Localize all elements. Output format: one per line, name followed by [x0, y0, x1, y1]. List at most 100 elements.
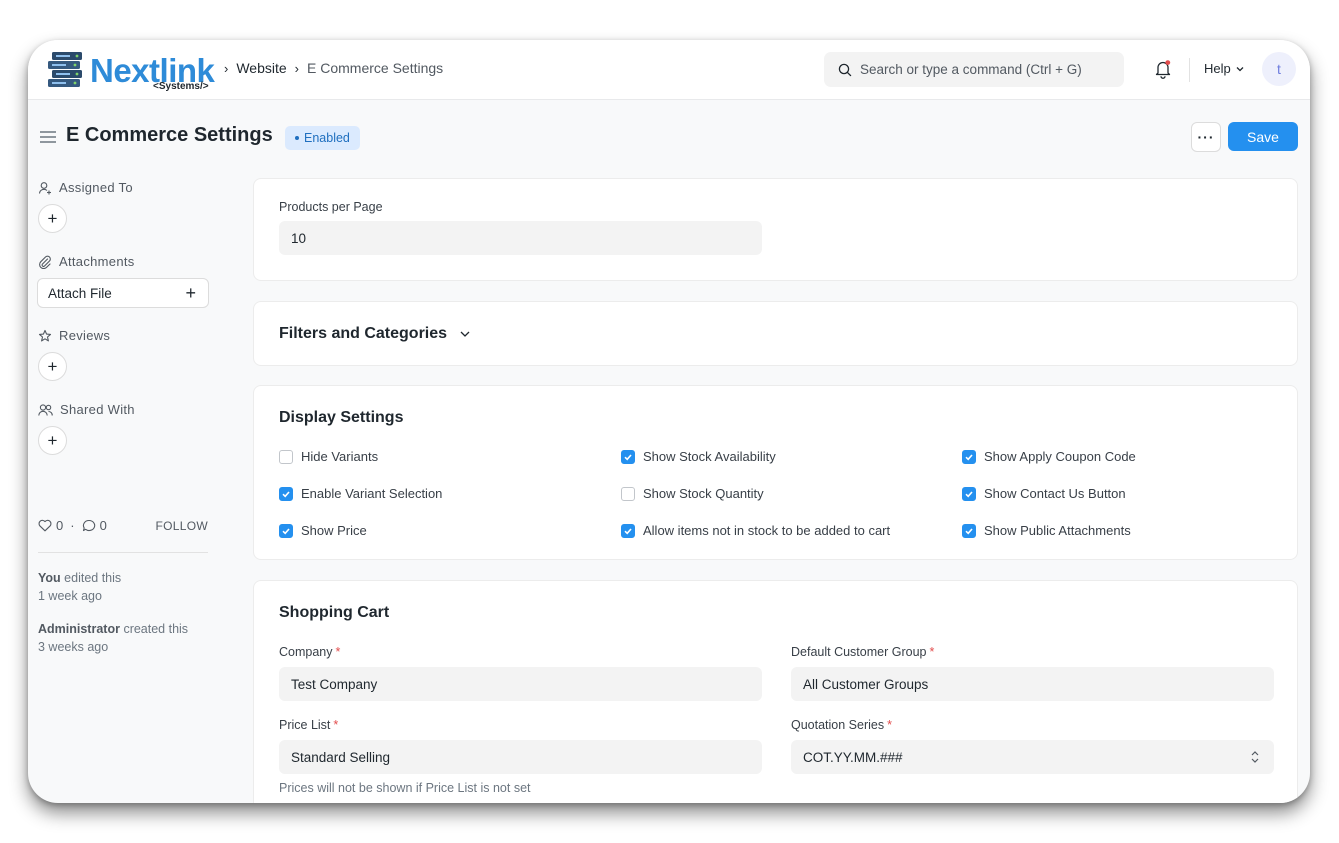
checkbox-label: Show Contact Us Button: [984, 486, 1126, 501]
show-stock-availability-checkbox[interactable]: Show Stock Availability: [621, 449, 776, 464]
show-price-checkbox[interactable]: Show Price: [279, 523, 367, 538]
checkmark-icon: [962, 449, 976, 464]
breadcrumb-current[interactable]: E Commerce Settings: [307, 60, 443, 76]
comment-count-link[interactable]: 0: [82, 518, 107, 533]
chevron-down-icon: [460, 331, 470, 337]
attachments-label: Attachments: [59, 254, 135, 269]
doc-stats: 0 · 0 FOLLOW: [38, 518, 208, 533]
show-public-attachments-checkbox[interactable]: Show Public Attachments: [962, 523, 1131, 538]
activity-user: Administrator: [38, 622, 120, 636]
enable-variant-selection-checkbox[interactable]: Enable Variant Selection: [279, 486, 442, 501]
breadcrumb-website[interactable]: Website: [236, 60, 286, 76]
reviews-heading: Reviews: [38, 328, 110, 343]
shopping-cart-card: Shopping Cart Company * Test Company Defa…: [253, 580, 1298, 803]
checkmark-icon: [621, 449, 635, 464]
navbar: Nextlink <Systems/> › Website › E Commer…: [28, 40, 1310, 100]
display-settings-card: Display Settings Hide Variants Enable Va…: [253, 385, 1298, 560]
add-review-button[interactable]: +: [38, 352, 67, 381]
allow-out-of-stock-checkbox[interactable]: Allow items not in stock to be added to …: [621, 523, 890, 538]
plus-icon: +: [185, 282, 196, 303]
avatar[interactable]: t: [1262, 52, 1296, 86]
products-per-page-card: Products per Page 10: [253, 178, 1298, 281]
quotation-series-value: COT.YY.MM.###: [803, 749, 903, 765]
share-button[interactable]: +: [38, 426, 67, 455]
page-title: E Commerce Settings: [66, 124, 273, 146]
filters-section-header[interactable]: Filters and Categories: [279, 325, 471, 343]
checkmark-icon: [962, 486, 976, 501]
quotation-series-label-text: Quotation Series: [791, 718, 885, 732]
filters-section-card[interactable]: Filters and Categories: [253, 301, 1298, 366]
notification-bell-icon[interactable]: [1154, 59, 1172, 79]
separator-dot: ·: [70, 518, 75, 533]
checkbox-label: Show Stock Quantity: [643, 486, 764, 501]
like-toggle[interactable]: 0: [38, 518, 63, 533]
activity-item: You edited this 1 week ago: [38, 569, 121, 605]
checkmark-icon: [279, 486, 293, 501]
navbar-divider: [1189, 58, 1190, 82]
activity-action: edited this: [64, 571, 122, 585]
show-apply-coupon-checkbox[interactable]: Show Apply Coupon Code: [962, 449, 1136, 464]
attachments-heading: Attachments: [38, 254, 135, 269]
customer-group-label-text: Default Customer Group: [791, 645, 927, 659]
brand-logo[interactable]: Nextlink <Systems/>: [46, 48, 215, 94]
show-contact-us-checkbox[interactable]: Show Contact Us Button: [962, 486, 1126, 501]
checkbox-unchecked: [279, 449, 293, 464]
checkbox-label: Show Apply Coupon Code: [984, 449, 1136, 464]
status-badge: Enabled: [285, 126, 360, 150]
products-per-page-input[interactable]: 10: [279, 221, 762, 255]
chevron-right-icon: ›: [224, 60, 229, 76]
comment-count: 0: [99, 518, 107, 533]
checkbox-label: Enable Variant Selection: [301, 486, 443, 501]
checkbox-unchecked: [621, 486, 635, 501]
save-button[interactable]: Save: [1228, 122, 1298, 151]
assigned-to-heading: Assigned To: [38, 180, 133, 195]
checkbox-label: Show Price: [301, 523, 367, 538]
breadcrumb: › Website › E Commerce Settings: [216, 60, 443, 76]
status-dot: [295, 136, 299, 140]
activity-time: 3 weeks ago: [38, 640, 109, 654]
reviews-label: Reviews: [59, 328, 111, 343]
search-input[interactable]: Search or type a command (Ctrl + G): [824, 52, 1124, 87]
required-marker: *: [335, 645, 341, 659]
attach-file-label: Attach File: [48, 285, 112, 301]
follow-button[interactable]: FOLLOW: [156, 519, 208, 533]
company-label: Company *: [279, 645, 340, 659]
app-window: Nextlink <Systems/> › Website › E Commer…: [28, 40, 1310, 803]
add-assignee-button[interactable]: +: [38, 204, 67, 233]
show-stock-quantity-checkbox[interactable]: Show Stock Quantity: [621, 486, 764, 501]
checkmark-icon: [962, 523, 976, 538]
shared-with-label: Shared With: [60, 402, 135, 417]
display-settings-title: Display Settings: [279, 409, 404, 426]
activity-user: You: [38, 571, 61, 585]
quotation-series-label: Quotation Series *: [791, 718, 892, 732]
company-input[interactable]: Test Company: [279, 667, 762, 701]
hide-variants-checkbox[interactable]: Hide Variants: [279, 449, 378, 464]
quotation-series-select[interactable]: COT.YY.MM.###: [791, 740, 1274, 774]
checkbox-label: Show Public Attachments: [984, 523, 1131, 538]
users-icon: [38, 403, 53, 416]
customer-group-input[interactable]: All Customer Groups: [791, 667, 1274, 701]
like-count: 0: [56, 518, 64, 533]
price-list-help: Prices will not be shown if Price List i…: [279, 781, 531, 795]
sidebar-divider: [38, 552, 208, 553]
checkmark-icon: [621, 523, 635, 538]
status-label: Enabled: [304, 131, 350, 145]
activity-item: Administrator created this 3 weeks ago: [38, 620, 188, 656]
checkbox-label: Hide Variants: [301, 449, 379, 464]
filters-section-title: Filters and Categories: [279, 325, 448, 342]
comment-icon: [82, 519, 95, 532]
help-label: Help: [1204, 61, 1231, 76]
attach-file-button[interactable]: Attach File +: [37, 278, 209, 308]
company-label-text: Company: [279, 645, 333, 659]
more-actions-button[interactable]: ···: [1191, 122, 1221, 152]
hamburger-menu-icon[interactable]: [39, 129, 57, 145]
heart-icon: [38, 519, 52, 532]
server-rack-icon: [48, 52, 82, 87]
checkmark-icon: [279, 523, 293, 538]
shopping-cart-title: Shopping Cart: [279, 604, 390, 621]
help-dropdown[interactable]: Help: [1204, 61, 1245, 76]
select-arrows-icon: [1251, 751, 1259, 763]
paperclip-icon: [39, 255, 51, 269]
price-list-label-text: Price List: [279, 718, 331, 732]
price-list-input[interactable]: Standard Selling: [279, 740, 762, 774]
